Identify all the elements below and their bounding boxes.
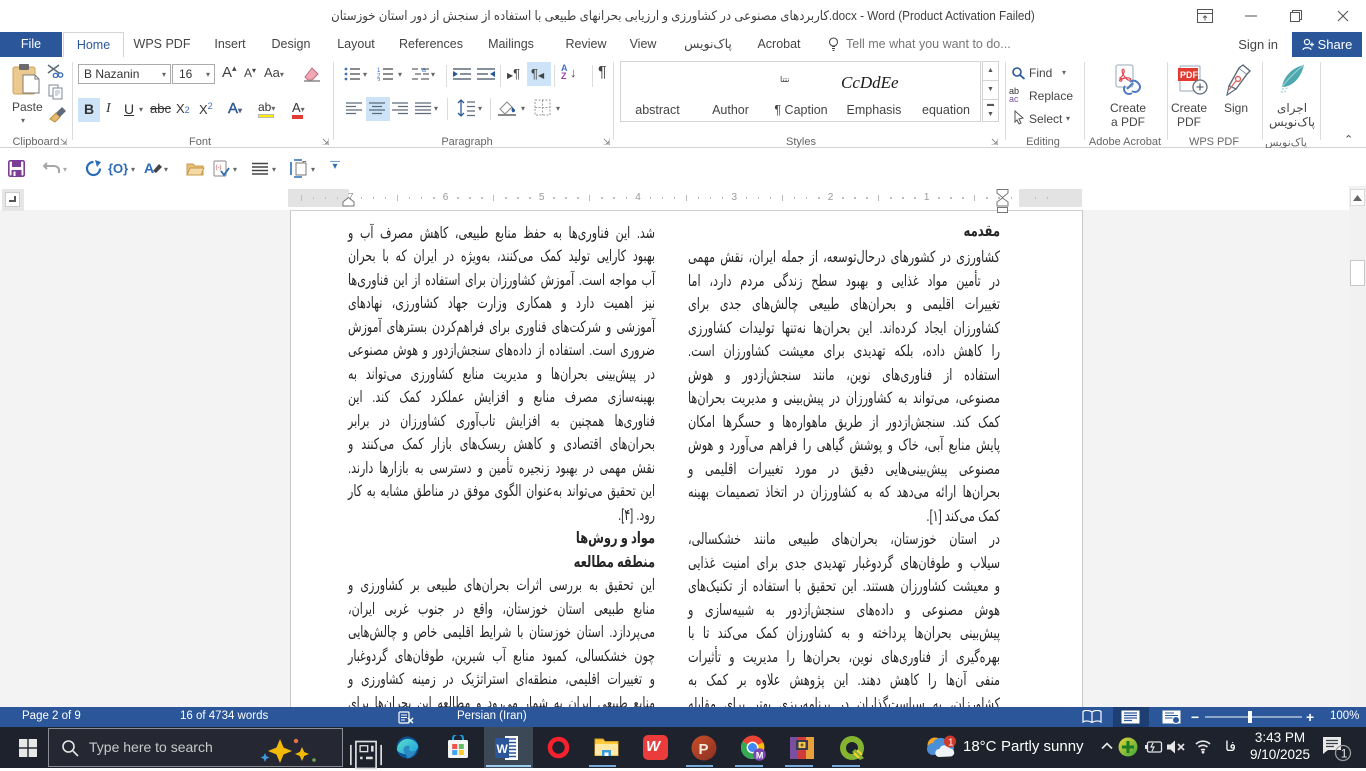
svg-text:1: 1: [1341, 746, 1348, 760]
svg-text:(-): (-): [216, 165, 222, 171]
svg-text:W: W: [497, 742, 509, 756]
svg-text:1: 1: [948, 738, 954, 749]
svg-text:P: P: [699, 741, 709, 758]
svg-text:a: a: [422, 67, 426, 74]
svg-text:M: M: [756, 750, 764, 760]
svg-text:3: 3: [377, 79, 381, 82]
svg-text:PDF: PDF: [1180, 70, 1199, 80]
